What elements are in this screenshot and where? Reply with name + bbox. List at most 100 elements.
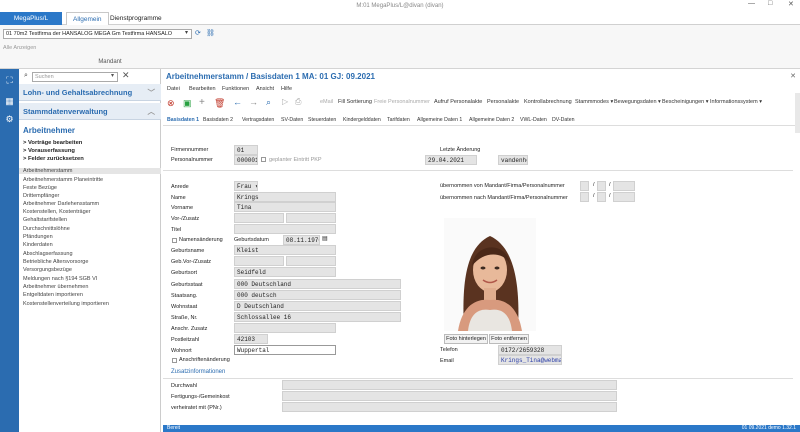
nav-item[interactable]: Entgeltdaten importieren <box>23 292 159 298</box>
telefon-field[interactable]: 0172/2659328 <box>498 345 562 355</box>
tab-allgemeine-daten-1[interactable]: Allgemeine Daten 1 <box>417 117 462 123</box>
nav-item[interactable]: Gehaltstarifstellen <box>23 217 159 223</box>
uebernommen-von-firma[interactable] <box>597 181 606 191</box>
uebernommen-nach-mandant[interactable] <box>580 192 589 202</box>
grid-icon[interactable]: ▦ <box>3 95 16 108</box>
email-field[interactable]: Krings_Tina@webmai <box>498 355 562 365</box>
personalnummer-field[interactable]: 000001 <box>234 155 258 165</box>
staatsangehoerigkeit-field[interactable]: 000 deutsch <box>234 290 401 300</box>
foto-hinterlegen-button[interactable]: Foto hinterlegen <box>444 334 488 344</box>
tab-basisdaten-1[interactable]: Basisdaten 1 <box>167 117 199 123</box>
zusatz-field[interactable] <box>286 213 336 223</box>
nav-item[interactable]: Feste Bezüge <box>23 185 159 191</box>
cancel-icon[interactable]: ⊗ <box>167 98 175 109</box>
tab-allgemein[interactable]: Allgemein <box>66 12 109 25</box>
durchwahl-field[interactable] <box>282 380 617 390</box>
add-icon[interactable]: + <box>199 97 205 108</box>
play-icon[interactable]: ▷ <box>282 97 288 106</box>
nav-item[interactable]: Durchschnittslöhne <box>23 226 159 232</box>
anschriftenaenderung-checkbox[interactable] <box>172 358 177 363</box>
close-icon[interactable]: ✕ <box>788 0 794 8</box>
geburtsstaat-field[interactable]: 000 Deutschland <box>234 279 401 289</box>
wohnort-field[interactable]: Wuppertal <box>234 345 336 355</box>
nav-item[interactable]: Kostenstellen, Kostenträger <box>23 209 159 215</box>
tab-kindergelddaten[interactable]: Kindergelddaten <box>343 117 381 123</box>
link-icon[interactable]: ⛓ <box>206 29 215 37</box>
menu-funktionen[interactable]: Funktionen <box>222 86 249 92</box>
clear-icon[interactable]: ✕ <box>122 70 130 81</box>
geburtsdatum-field[interactable]: 08.11.1976 <box>283 235 320 245</box>
tab-basisdaten-2[interactable]: Basisdaten 2 <box>203 117 233 123</box>
print-icon[interactable]: ⎙ <box>295 97 301 107</box>
kontrollabrechnung-button[interactable]: Kontrollabrechnung <box>524 99 572 105</box>
titel-field[interactable] <box>234 224 336 234</box>
maximize-icon[interactable]: □ <box>768 0 772 7</box>
email-button[interactable]: eMail <box>320 99 333 105</box>
anrede-select[interactable]: Frau ▾ <box>234 181 258 191</box>
vorname-field[interactable]: Tina <box>234 202 336 212</box>
calendar-icon[interactable]: ▤ <box>322 235 328 242</box>
nav-action[interactable]: > Vorauserfassung <box>23 148 75 154</box>
vorsatz-field[interactable] <box>234 213 284 223</box>
firmennummer-field[interactable]: 01 <box>234 145 258 155</box>
nav-header-stammdaten[interactable]: Stammdatenverwaltung ︿ <box>19 103 161 120</box>
namensaenderung-checkbox[interactable] <box>172 238 177 243</box>
nav-item[interactable]: Abschlagserfassung <box>23 251 159 257</box>
postleitzahl-field[interactable]: 42103 <box>234 334 268 344</box>
nav-item[interactable]: Arbeitnehmer Darlehensstamm <box>23 201 159 207</box>
delete-icon[interactable]: 🗑 <box>214 98 225 109</box>
back-icon[interactable]: ← <box>233 97 242 107</box>
nav-item[interactable]: Arbeitnehmerstamm Planeintritte <box>23 177 159 183</box>
geb-vorsatz-field[interactable] <box>234 256 284 266</box>
org-chart-icon[interactable]: ⛶ <box>3 74 16 87</box>
search-input[interactable]: Suchen <box>32 72 118 82</box>
uebernommen-von-mandant[interactable] <box>580 181 589 191</box>
bescheinigungen-menu[interactable]: Bescheinigungen ▾ <box>662 99 709 105</box>
wohnstaat-field[interactable]: D Deutschland <box>234 301 401 311</box>
tab-vertragsdaten[interactable]: Vertragsdaten <box>242 117 274 123</box>
freie-personalnummer-button[interactable]: Freie Personalnummer <box>374 99 430 105</box>
tab-steuerdaten[interactable]: Steuerdaten <box>308 117 336 123</box>
toolbar-scrollbar[interactable] <box>795 93 800 133</box>
alle-anzeigen-button[interactable]: Alle Anzeigen <box>3 45 36 51</box>
nav-item[interactable]: Meldungen nach §194 SGB VI <box>23 276 159 282</box>
anschr-zusatz-field[interactable] <box>234 323 336 333</box>
company-select[interactable]: 01 70m2 Testfirma der HANSALOG MEGA Gm T… <box>3 29 192 39</box>
aufruf-personalakte-button[interactable]: Aufruf Personalakte <box>434 99 482 105</box>
save-icon[interactable]: ▣ <box>183 98 192 109</box>
fertigungs-gemeinkost-field[interactable] <box>282 391 617 401</box>
nav-action[interactable]: > Vorträge bearbeiten <box>23 140 82 146</box>
tab-vwl-daten[interactable]: VWL-Daten <box>520 117 547 123</box>
geplanter-eintritt-checkbox[interactable] <box>261 157 266 162</box>
nav-item[interactable]: Arbeitnehmerstamm <box>19 168 161 174</box>
tab-allgemeine-daten-2[interactable]: Allgemeine Daten 2 <box>469 117 514 123</box>
tab-app-menu[interactable]: MegaPlus/L <box>0 12 62 25</box>
verheiratet-mit-field[interactable] <box>282 402 617 412</box>
uebernommen-nach-firma[interactable] <box>597 192 606 202</box>
name-field[interactable]: Krings <box>234 192 336 202</box>
refresh-icon[interactable]: ⟳ <box>195 29 201 37</box>
menu-datei[interactable]: Datei <box>167 86 180 92</box>
personalakte-button[interactable]: Personalakte <box>487 99 519 105</box>
menu-bearbeiten[interactable]: Bearbeiten <box>189 86 216 92</box>
geburtsname-field[interactable]: Kleist <box>234 245 336 255</box>
tab-tarifdaten[interactable]: Tarifdaten <box>387 117 410 123</box>
tab-sv-daten[interactable]: SV-Daten <box>281 117 303 123</box>
menu-ansicht[interactable]: Ansicht <box>256 86 274 92</box>
menu-hilfe[interactable]: Hilfe <box>281 86 292 92</box>
stammmodes-menu[interactable]: Stammmodes ▾ <box>575 99 613 105</box>
geb-zusatz-field[interactable] <box>286 256 336 266</box>
forward-icon[interactable]: → <box>249 97 258 107</box>
geburtsort-field[interactable]: Seidfeld <box>234 267 336 277</box>
search-icon[interactable]: ⌕ <box>266 97 271 108</box>
tab-dv-daten[interactable]: DV-Daten <box>552 117 575 123</box>
nav-item[interactable]: Pfändungen <box>23 234 159 240</box>
nav-item[interactable]: Betriebliche Altersvorsorge <box>23 259 159 265</box>
nav-item[interactable]: Kostenstellenverteilung importieren <box>23 301 159 307</box>
nav-item[interactable]: Drittempfänger <box>23 193 159 199</box>
close-icon[interactable]: ✕ <box>790 72 796 80</box>
strasse-field[interactable]: Schlossallee 16 <box>234 312 401 322</box>
chevron-down-icon[interactable]: ▾ <box>185 29 188 36</box>
nav-item[interactable]: Kinderdaten <box>23 242 159 248</box>
nav-header-lohn[interactable]: Lohn- und Gehaltsabrechnung ﹀ <box>19 84 161 101</box>
